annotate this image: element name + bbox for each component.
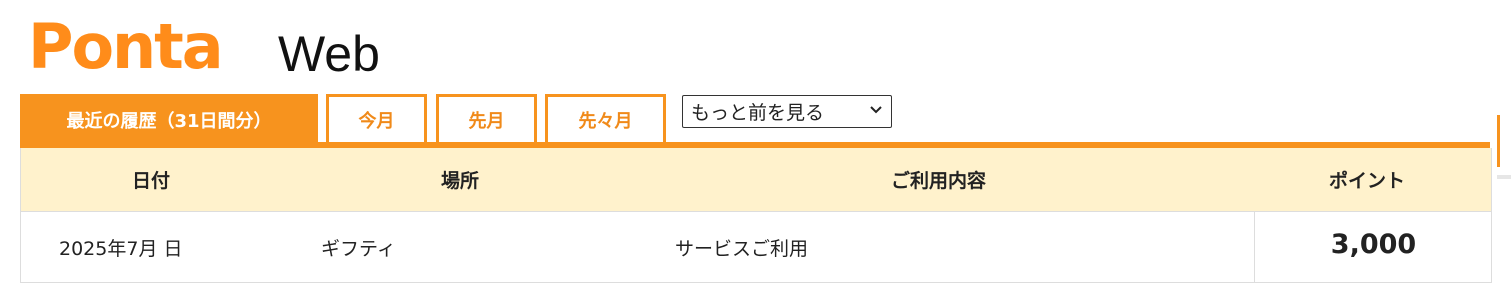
header-place: 場所 <box>441 170 480 192</box>
tab-last-month[interactable]: 先月 <box>436 94 537 142</box>
row-points-cell: 3,000 <box>1254 212 1492 282</box>
row-detail: サービスご利用 <box>675 238 809 260</box>
chevron-down-icon <box>869 100 883 125</box>
row-place: ギフティ <box>321 238 396 260</box>
row-points: 3,000 <box>1330 229 1417 260</box>
tab-two-months-ago[interactable]: 先々月 <box>545 94 666 142</box>
tab-last-month-label: 先月 <box>468 110 505 132</box>
history-table: 日付 場所 ご利用内容 ポイント 2025年7月 日 ギフティ サービスご利用 … <box>20 148 1492 283</box>
tab-two-months-ago-label: 先々月 <box>578 110 633 132</box>
header-date: 日付 <box>132 170 171 192</box>
tab-this-month[interactable]: 今月 <box>326 94 427 142</box>
scroll-marker <box>1497 115 1500 167</box>
table-header: 日付 場所 ご利用内容 ポイント <box>21 148 1491 212</box>
scroll-track <box>1497 175 1511 179</box>
row-date: 2025年7月 日 <box>59 238 183 260</box>
logo-brand: Ponta <box>28 10 224 83</box>
tab-recent-history[interactable]: 最近の履歴（31日間分） <box>20 94 318 142</box>
tab-recent-history-label: 最近の履歴（31日間分） <box>66 110 272 132</box>
header-points: ポイント <box>1329 170 1406 192</box>
logo-suffix: Web <box>278 26 380 82</box>
tab-this-month-label: 今月 <box>358 110 395 132</box>
table-row: 2025年7月 日 ギフティ サービスご利用 3,000 <box>21 212 1491 283</box>
older-history-select[interactable]: もっと前を見る <box>682 95 892 128</box>
older-history-select-value: もっと前を見る <box>691 102 825 124</box>
ponta-history-page: Ponta Web 最近の履歴（31日間分） 今月 先月 先々月 もっと前を見る… <box>0 0 1511 306</box>
header-detail: ご利用内容 <box>891 170 987 192</box>
